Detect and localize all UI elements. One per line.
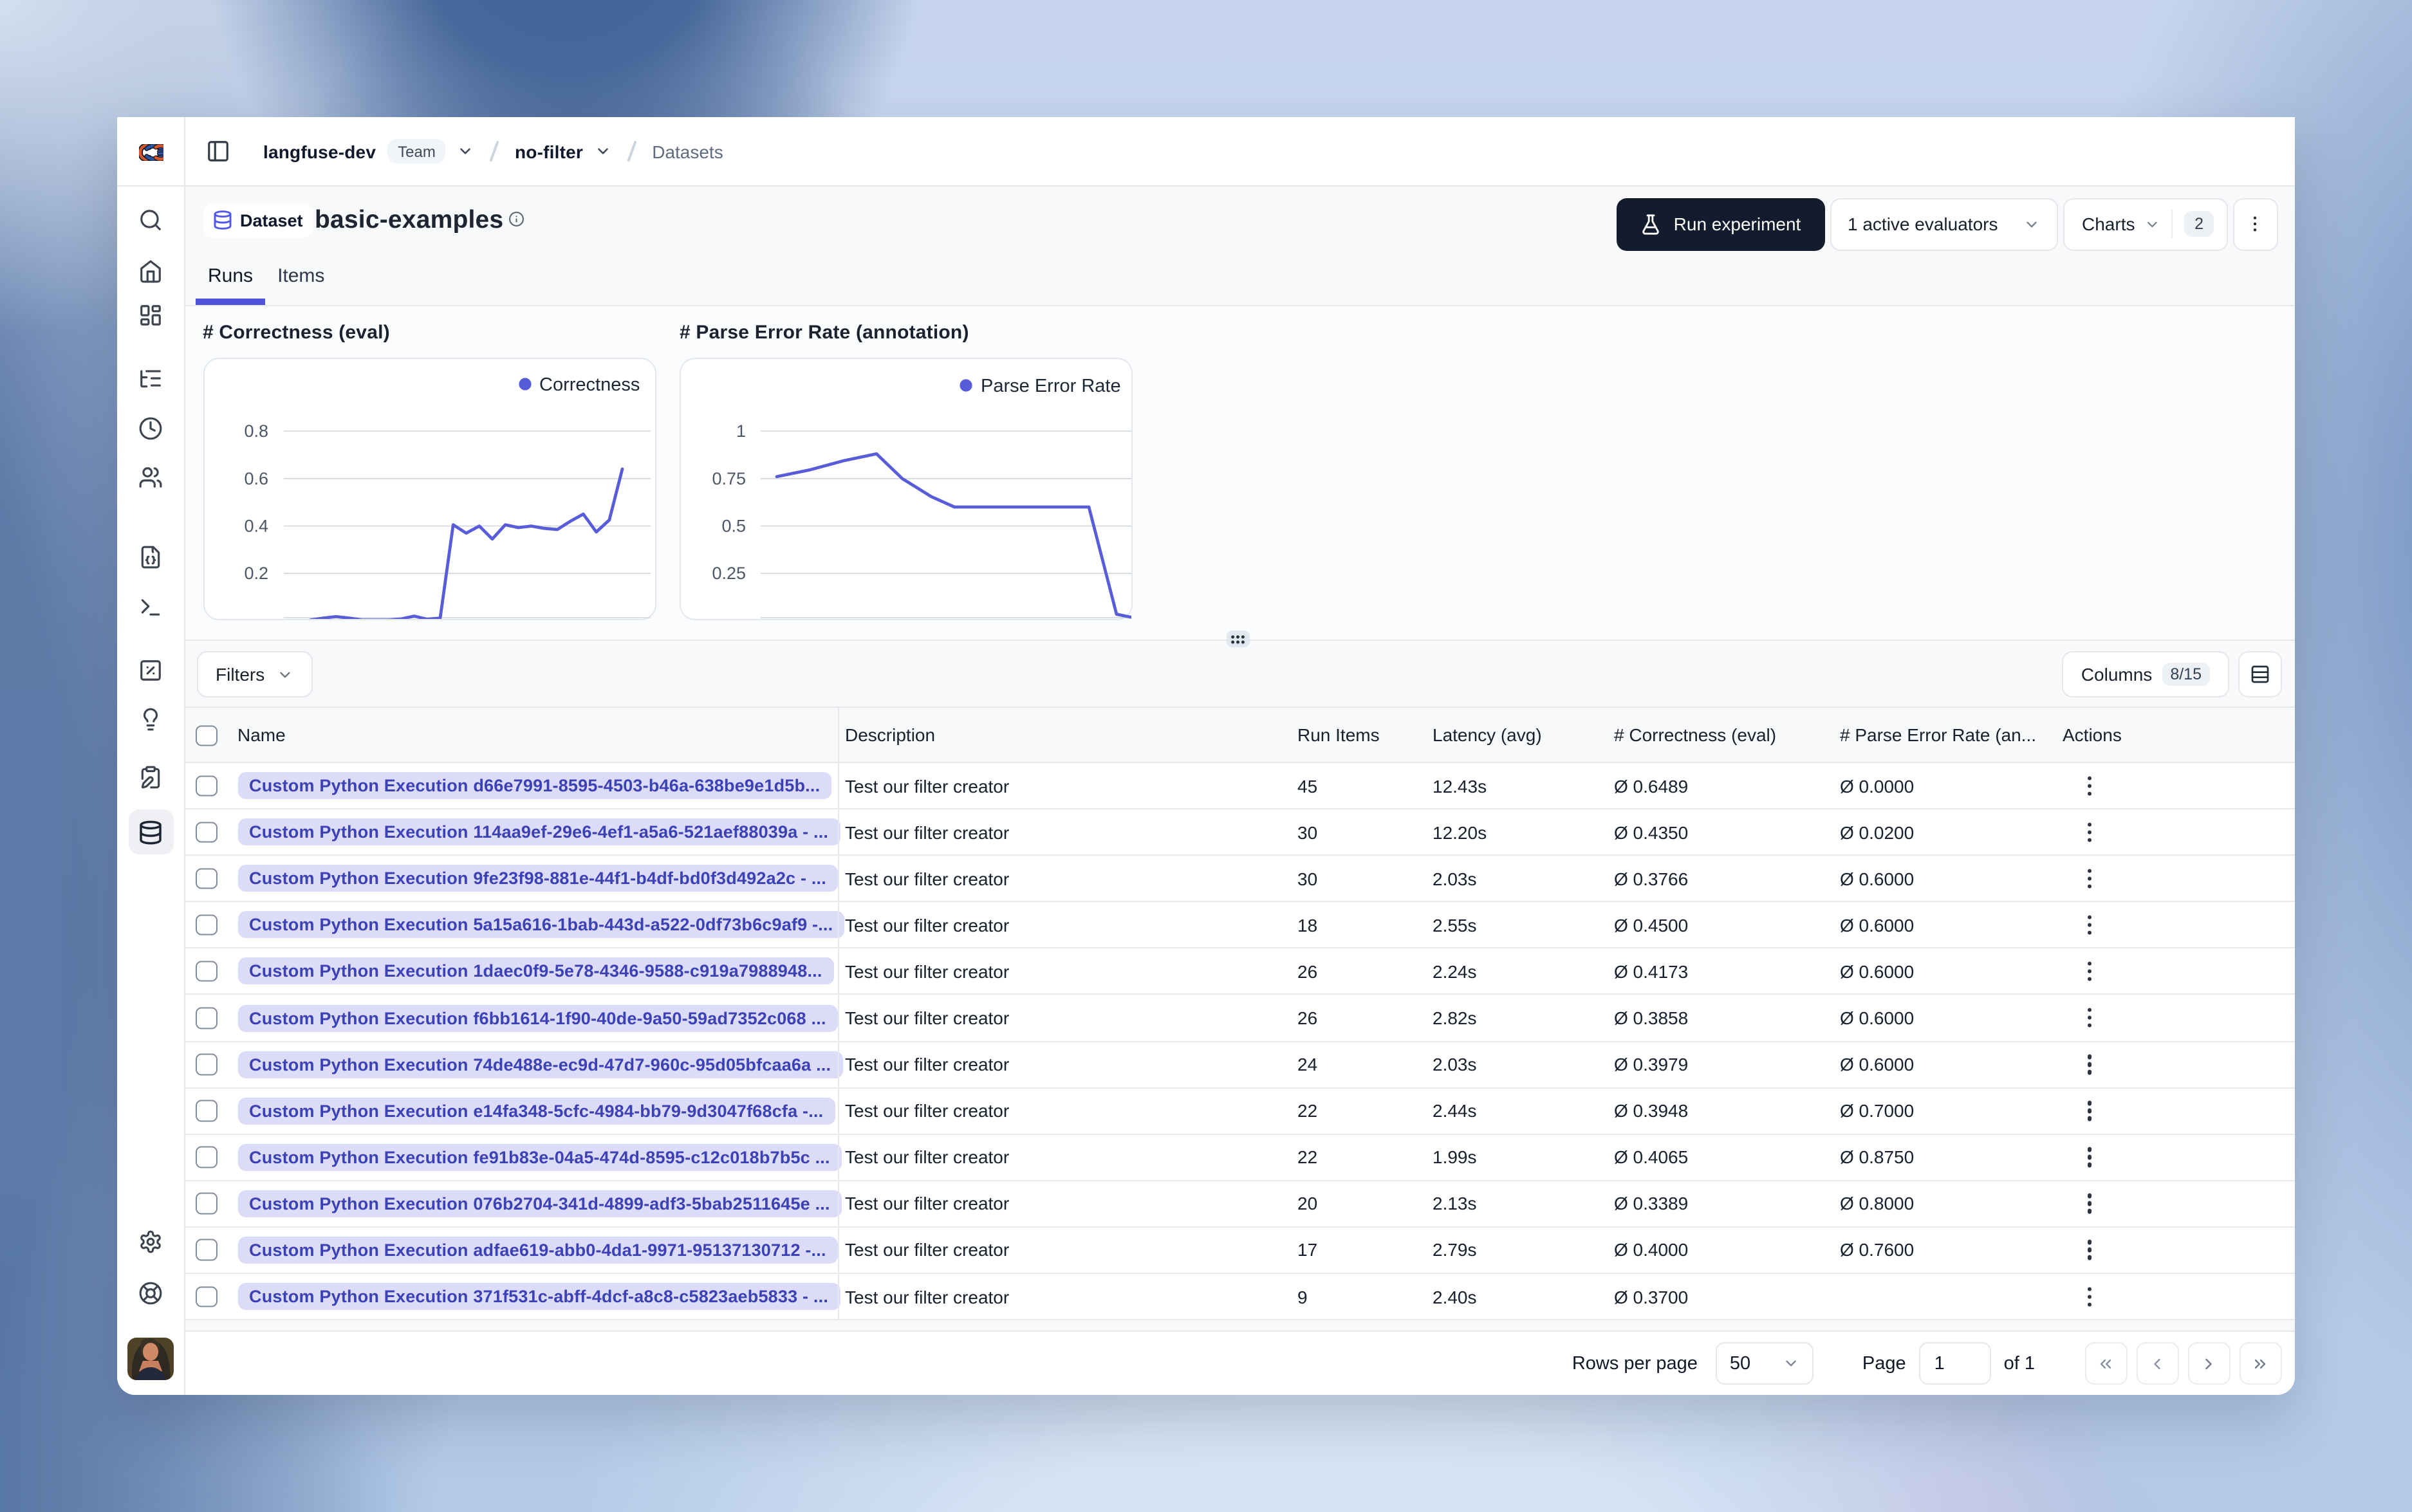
- svg-text:1: 1: [736, 421, 746, 441]
- svg-text:0.4: 0.4: [243, 517, 268, 536]
- svg-text:0.5: 0.5: [721, 517, 746, 536]
- svg-text:Parse Error Rate: Parse Error Rate: [981, 376, 1121, 396]
- svg-text:0.8: 0.8: [243, 421, 268, 441]
- svg-text:0.75: 0.75: [712, 469, 746, 488]
- svg-text:0.25: 0.25: [712, 564, 746, 583]
- svg-text:0.6: 0.6: [243, 469, 268, 488]
- svg-text:0.2: 0.2: [243, 564, 268, 583]
- svg-text:Correctness: Correctness: [539, 374, 639, 395]
